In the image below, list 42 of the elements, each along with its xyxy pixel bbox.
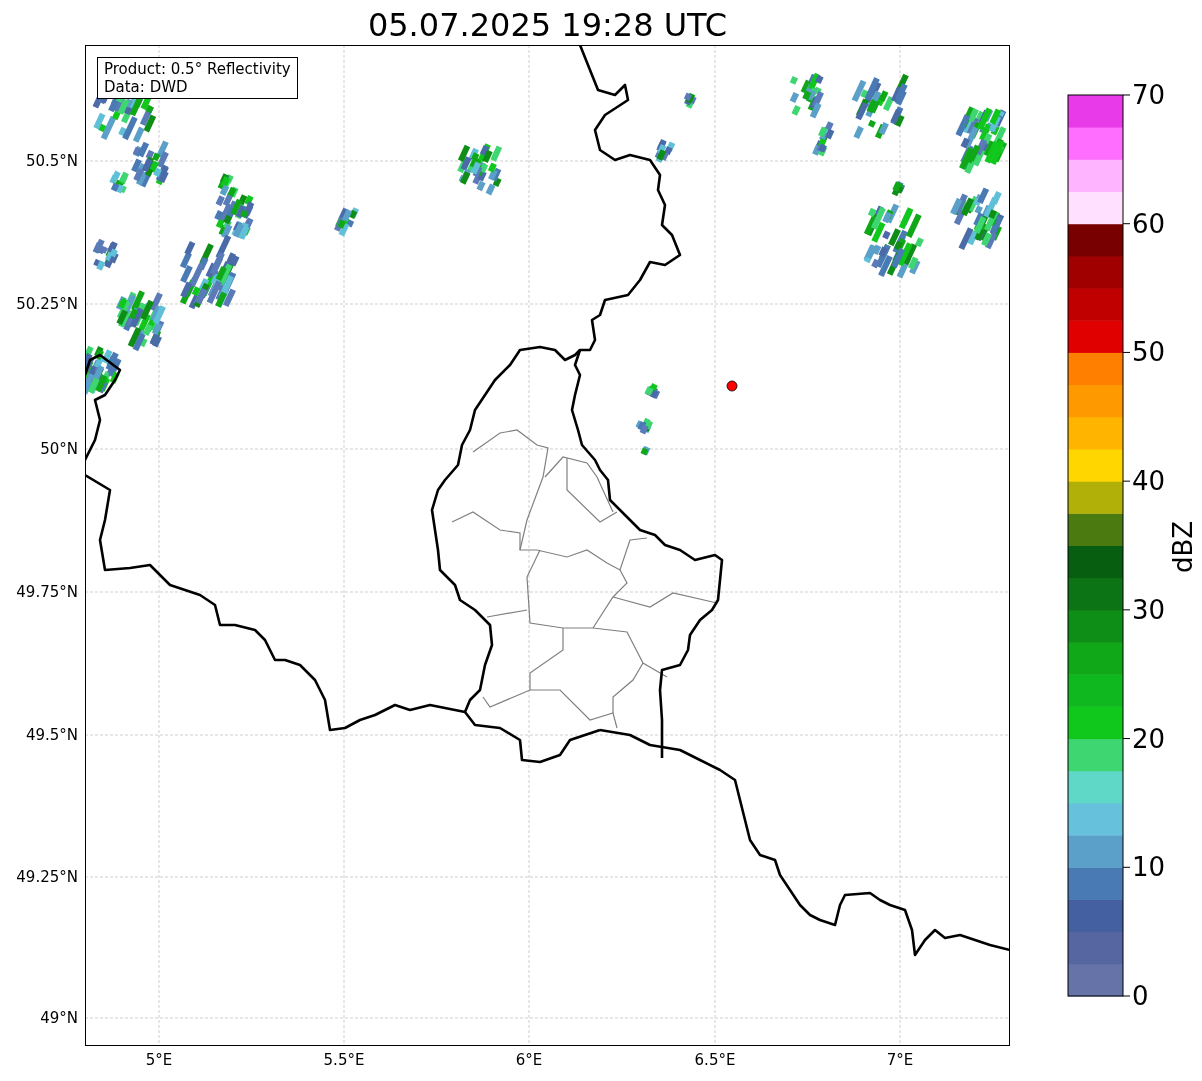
location-marker [726,380,738,392]
radar-echo-drawing [851,73,909,139]
radar-echo-drawing [640,446,651,456]
radar-echo-drawing [812,138,828,157]
longitude-label: 7°E [885,1050,915,1070]
info-box: Product: 0.5° Reflectivity Data: DWD [97,57,298,99]
radar-echo-drawing [644,383,661,399]
radar-echo-drawing [334,207,360,237]
radar-echo-drawing [92,238,119,271]
longitude-label: 5.5°E [322,1050,366,1070]
radar-echo-drawing [635,417,654,435]
latitude-label: 50°N [40,439,78,459]
radar-echo-drawing [955,106,1008,174]
latitude-label: 49.75°N [16,582,78,602]
radar-echo-drawing [891,181,906,197]
colorbar-tick-label: 0 [1132,981,1149,1011]
longitude-label: 5°E [144,1050,174,1070]
longitude-label: 6.5°E [693,1050,737,1070]
radar-echo-drawing [818,121,835,143]
longitude-label: 6°E [514,1050,544,1070]
radar-echo-drawing [950,187,1005,251]
colorbar-tick-label: 70 [1132,80,1166,110]
radar-echo-drawing [109,170,129,194]
colorbar-tick-label: 40 [1132,466,1166,497]
colorbar-tick-label: 20 [1132,723,1166,754]
radar-echo-drawing [683,92,697,109]
latitude-label: 49.5°N [25,725,78,745]
latitude-label: 50.5°N [25,151,78,171]
latitude-label: 49.25°N [16,867,78,887]
colorbar-tick-label: 60 [1132,208,1166,239]
latitude-label: 49°N [40,1008,78,1028]
latitude-label: 50.25°N [16,294,78,314]
radar-echo-drawing [85,345,122,395]
colorbar-label: dBZ [1168,523,1198,573]
chart-title: 05.07.2025 19:28 UTC [366,5,729,46]
radar-echo-drawing [654,139,676,163]
colorbar-tick-label: 10 [1132,852,1166,883]
radar-echo-drawing [457,143,503,196]
radar-echo-drawing [789,72,824,119]
colorbar-tick-label: 50 [1132,337,1166,368]
colorbar-tick-label: 30 [1132,594,1166,625]
radar-echo-drawing [115,290,166,352]
